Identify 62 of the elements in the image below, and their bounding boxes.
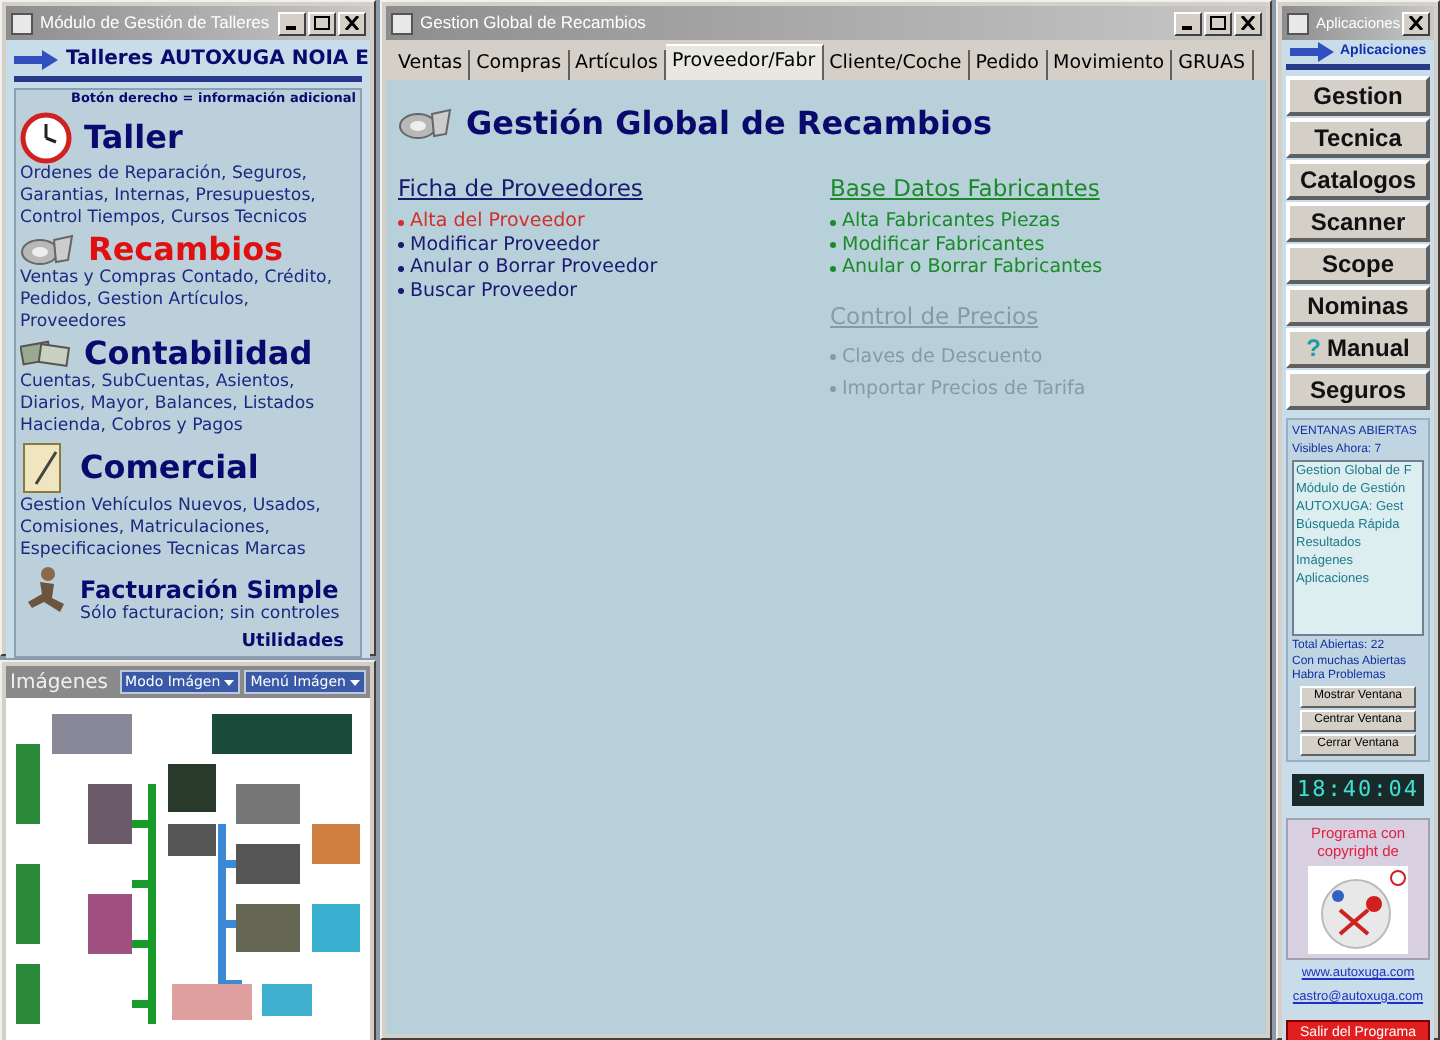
app-button[interactable]: Catalogos xyxy=(1286,159,1430,199)
page-heading: Gestión Global de Recambios xyxy=(466,102,992,146)
minimize-button[interactable] xyxy=(278,11,306,35)
section-link[interactable]: Ficha de Proveedores xyxy=(398,172,822,207)
app-button[interactable]: Tecnica xyxy=(1286,117,1430,157)
window-icon xyxy=(390,11,414,35)
app-button[interactable]: Scope xyxy=(1286,243,1430,283)
tab[interactable]: Artículos xyxy=(569,50,666,80)
app-button[interactable]: Gestion xyxy=(1286,75,1430,115)
bullet-icon xyxy=(398,265,404,271)
maximize-button[interactable] xyxy=(1204,11,1232,35)
window-title: Módulo de Gestión de Talleres xyxy=(40,10,272,36)
menu-link[interactable]: Buscar Proveedor xyxy=(410,279,578,303)
bullet-icon xyxy=(398,242,404,248)
caret-icon xyxy=(224,679,235,685)
arrow-right-icon xyxy=(1290,42,1334,63)
module-description: Ordenes de Reparación, Seguros, Garantias, Internas, Presupuestos, Control Tiempos, Cursos Tecnicos xyxy=(20,163,318,230)
window-title: Gestion Global de Recambios xyxy=(420,10,648,36)
app-button[interactable]: ? Manual xyxy=(1286,327,1430,367)
bullet-icon xyxy=(830,354,836,361)
maximize-icon xyxy=(314,16,330,30)
tab[interactable]: Proveedor/Fabr xyxy=(665,44,824,80)
app-button[interactable]: Nominas xyxy=(1286,285,1430,325)
window-icon xyxy=(10,11,34,35)
module-description: Cuentas, SubCuentas, Asientos, Diarios, Mayor, Balances, Listados Hacienda, Cobros y Pagos xyxy=(20,371,317,438)
menu-link[interactable]: Anular o Borrar Proveedor xyxy=(410,256,658,280)
metal-parts-icon xyxy=(20,231,76,268)
caret-icon xyxy=(350,679,360,685)
bullet-icon xyxy=(830,219,836,225)
bullet-icon xyxy=(830,385,836,392)
arrow-right-icon xyxy=(14,49,58,69)
clock-icon xyxy=(20,111,72,164)
app-button[interactable]: Scanner xyxy=(1286,201,1430,241)
close-button[interactable] xyxy=(338,11,366,35)
banknotes-icon xyxy=(20,337,72,370)
module-title[interactable]: Taller xyxy=(84,119,183,156)
utilities-link[interactable]: Utilidades xyxy=(20,629,356,657)
module-description: Gestion Vehículos Nuevos, Usados, Comisiones, Matriculaciones, Especificaciones Tecnicas Marcas xyxy=(20,495,323,562)
header-title: Talleres AUTOXUGA NOIA E xyxy=(66,46,369,74)
module-title[interactable]: Contabilidad xyxy=(84,335,313,372)
maximize-icon xyxy=(1210,16,1226,30)
close-button[interactable] xyxy=(1234,11,1262,35)
close-icon xyxy=(344,16,360,30)
window-icon xyxy=(1286,11,1310,35)
menu-link[interactable]: Modificar Proveedor xyxy=(410,233,600,257)
maximize-button[interactable] xyxy=(308,11,336,35)
app-button[interactable]: Seguros xyxy=(1286,369,1430,409)
close-button[interactable] xyxy=(1402,11,1430,35)
metal-parts-icon xyxy=(398,106,454,142)
window-title: Imágenes xyxy=(10,669,111,697)
module-title[interactable]: Comercial xyxy=(80,449,259,486)
bullet-icon xyxy=(830,265,836,271)
minimize-button[interactable] xyxy=(1174,11,1202,35)
digital-clock: 18:40:04 xyxy=(1291,773,1425,806)
close-icon xyxy=(1408,16,1424,30)
bullet-icon xyxy=(398,288,404,294)
module-description: Ventas y Compras Contado, Crédito, Pedidos, Gestion Artículos, Proveedores xyxy=(20,267,335,334)
bullet-icon xyxy=(398,219,404,225)
bullet-icon xyxy=(830,242,836,248)
tab[interactable]: Ventas xyxy=(392,50,471,80)
module-description: Sólo facturacion; sin controles xyxy=(78,603,342,626)
close-icon xyxy=(1240,16,1256,30)
